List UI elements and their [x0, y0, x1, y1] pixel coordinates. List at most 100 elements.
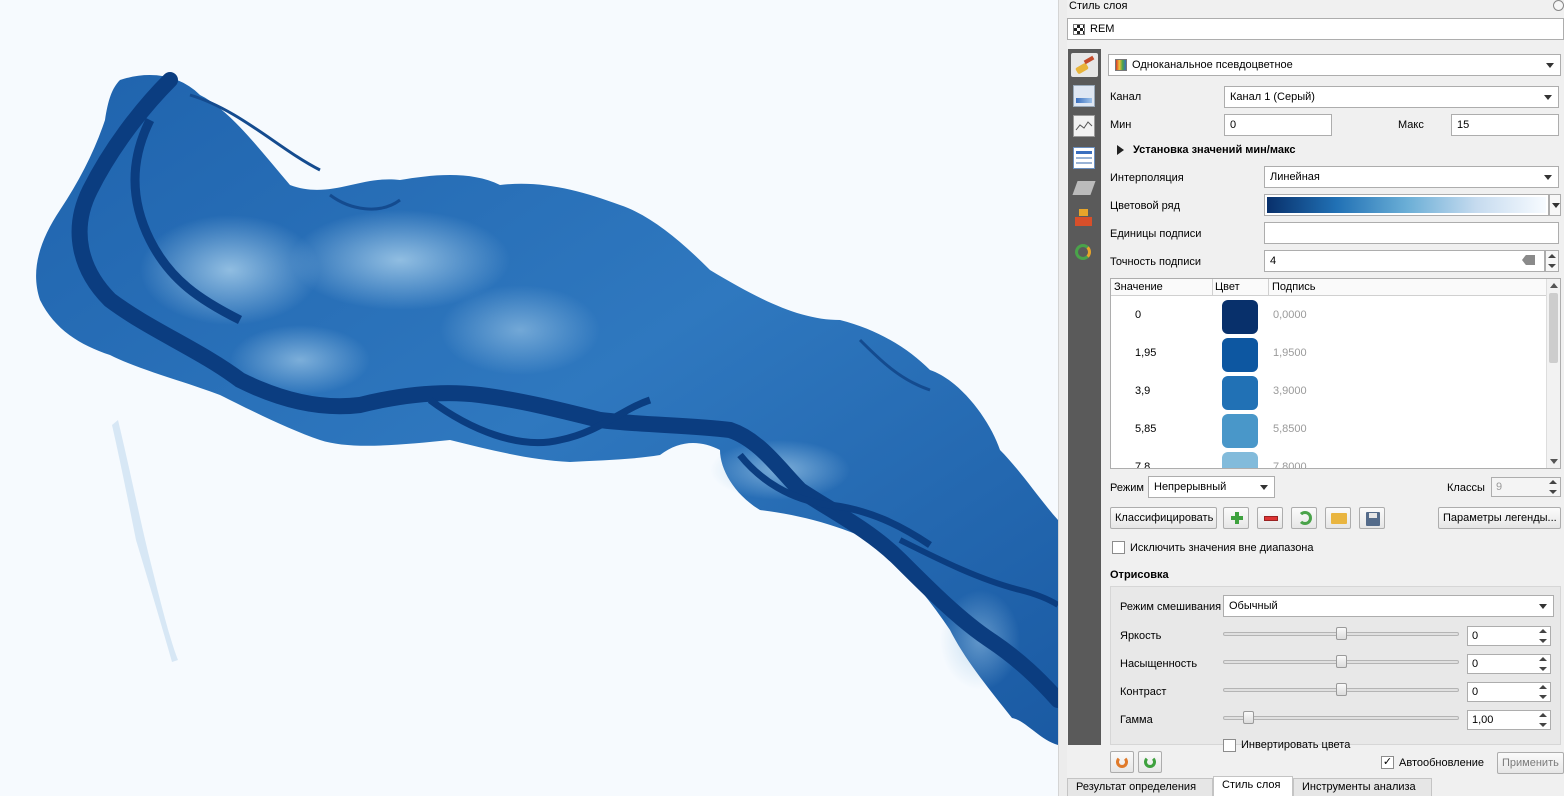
redo-button[interactable]: [1138, 751, 1162, 773]
band-combo[interactable]: Канал 1 (Серый): [1224, 86, 1559, 108]
interpolation-label: Интерполяция: [1110, 172, 1184, 184]
invert-checkbox[interactable]: [1223, 739, 1236, 752]
color-table[interactable]: Значение Цвет Подпись 0 0,0000 1,95 1,95…: [1110, 278, 1561, 469]
autoupdate-checkbox[interactable]: ✓: [1381, 756, 1394, 769]
symbology-icon[interactable]: [1073, 85, 1095, 107]
precision-spin[interactable]: [1545, 250, 1559, 272]
blend-label: Режим смешивания: [1120, 601, 1222, 613]
color-ramp-dropdown[interactable]: [1549, 194, 1561, 216]
expand-arrow-icon[interactable]: [1117, 145, 1124, 155]
color-swatch[interactable]: [1222, 300, 1258, 334]
panel-splitter[interactable]: [1058, 0, 1067, 796]
load-button[interactable]: [1325, 507, 1351, 529]
header-value[interactable]: Значение: [1114, 281, 1163, 293]
save-icon: [1366, 512, 1380, 526]
add-class-button[interactable]: [1223, 507, 1249, 529]
brush-icon[interactable]: [1071, 53, 1098, 77]
renderer-combo[interactable]: Одноканальное псевдоцветное: [1108, 54, 1561, 76]
clip-checkbox-label: Исключить значения вне диапазона: [1130, 542, 1314, 554]
pyramids-icon[interactable]: [1073, 207, 1095, 229]
panel-title: Стиль слоя: [1069, 0, 1128, 12]
minmax-section-title[interactable]: Установка значений мин/макс: [1133, 144, 1295, 156]
brightness-label: Яркость: [1120, 630, 1162, 642]
label-precision-input[interactable]: 4: [1264, 250, 1545, 272]
interpolation-combo[interactable]: Линейная: [1264, 166, 1559, 188]
style-sidebar: [1068, 49, 1101, 745]
table-header: Значение Цвет Подпись: [1111, 279, 1547, 296]
layer-combo[interactable]: REM: [1067, 18, 1564, 40]
classes-spinbox[interactable]: 9: [1491, 477, 1561, 497]
remove-class-button[interactable]: [1257, 507, 1283, 529]
brightness-slider-handle[interactable]: [1336, 627, 1347, 640]
label-unit-label: Единицы подписи: [1110, 228, 1202, 240]
layer-name: REM: [1090, 23, 1115, 35]
classify-button[interactable]: Классифицировать: [1110, 507, 1217, 529]
map-canvas[interactable]: [0, 0, 1058, 796]
rendering-section-title: Отрисовка: [1110, 569, 1169, 581]
color-ramp-button[interactable]: [1264, 194, 1549, 216]
legend-icon[interactable]: [1073, 241, 1095, 263]
color-ramp-label: Цветовой ряд: [1110, 200, 1181, 212]
redo-icon: [1144, 756, 1156, 768]
contrast-slider-handle[interactable]: [1336, 683, 1347, 696]
table-row[interactable]: 5,85 5,8500: [1111, 411, 1547, 449]
legend-settings-button[interactable]: Параметры легенды...: [1438, 507, 1561, 529]
chevron-down-icon: [1539, 604, 1547, 609]
header-label[interactable]: Подпись: [1272, 281, 1316, 293]
color-swatch[interactable]: [1222, 376, 1258, 410]
table-scrollbar[interactable]: [1546, 279, 1560, 468]
tab-identify-results[interactable]: Результат определения: [1067, 778, 1213, 796]
saturation-spinbox[interactable]: 0: [1467, 654, 1551, 674]
mode-label: Режим: [1110, 482, 1144, 494]
save-button[interactable]: [1359, 507, 1385, 529]
saturation-label: Насыщенность: [1120, 658, 1198, 670]
contrast-spinbox[interactable]: 0: [1467, 682, 1551, 702]
apply-button[interactable]: Применить: [1497, 752, 1564, 774]
chevron-down-icon: [1546, 63, 1554, 68]
label-unit-input[interactable]: [1264, 222, 1559, 244]
autoupdate-label: Автообновление: [1399, 757, 1485, 769]
refresh-icon: [1298, 511, 1312, 525]
mode-combo[interactable]: Непрерывный: [1148, 476, 1275, 498]
gamma-spinbox[interactable]: 1,00: [1467, 710, 1551, 730]
histogram-icon[interactable]: [1073, 115, 1095, 137]
table-row[interactable]: 1,95 1,9500: [1111, 335, 1547, 373]
max-label: Макс: [1398, 119, 1424, 131]
table-row[interactable]: 7,8 7,8000: [1111, 449, 1547, 468]
rendering-group: Режим смешивания Обычный Яркость 0 Насыщ…: [1110, 586, 1561, 752]
chevron-down-icon: [1544, 175, 1552, 180]
check-icon: ✓: [1382, 756, 1393, 768]
blend-combo[interactable]: Обычный: [1223, 595, 1554, 617]
max-input[interactable]: 15: [1451, 114, 1559, 136]
tab-layer-styling[interactable]: Стиль слоя: [1213, 776, 1293, 796]
clip-checkbox[interactable]: [1112, 541, 1125, 554]
gamma-slider-handle[interactable]: [1243, 711, 1254, 724]
undo-icon: [1116, 756, 1128, 768]
color-swatch[interactable]: [1222, 414, 1258, 448]
undo-button[interactable]: [1110, 751, 1134, 773]
tab-processing-toolbox[interactable]: Инструменты анализа: [1293, 778, 1432, 796]
min-label: Мин: [1110, 119, 1132, 131]
brightness-spinbox[interactable]: 0: [1467, 626, 1551, 646]
table-row[interactable]: 0 0,0000: [1111, 297, 1547, 335]
gamma-slider[interactable]: [1223, 716, 1459, 720]
close-icon[interactable]: [1553, 0, 1564, 11]
plus-icon: [1231, 512, 1243, 524]
raster-layer-icon: [1073, 24, 1085, 35]
table-row[interactable]: 3,9 3,9000: [1111, 373, 1547, 411]
minus-icon: [1264, 516, 1278, 521]
layer-styling-panel: Стиль слоя REM Одноканальное псевдоцветн…: [1067, 0, 1564, 796]
band-label: Канал: [1110, 91, 1142, 103]
contrast-label: Контраст: [1120, 686, 1167, 698]
header-color[interactable]: Цвет: [1215, 281, 1240, 293]
transparency-icon[interactable]: [1072, 177, 1096, 199]
min-input[interactable]: 0: [1224, 114, 1332, 136]
label-precision-label: Точность подписи: [1110, 256, 1201, 268]
color-swatch[interactable]: [1222, 338, 1258, 372]
chevron-down-icon: [1552, 203, 1560, 208]
invert-label: Инвертировать цвета: [1241, 739, 1351, 751]
saturation-slider-handle[interactable]: [1336, 655, 1347, 668]
metadata-icon[interactable]: [1073, 147, 1095, 169]
color-swatch[interactable]: [1222, 452, 1258, 468]
reverse-button[interactable]: [1291, 507, 1317, 529]
